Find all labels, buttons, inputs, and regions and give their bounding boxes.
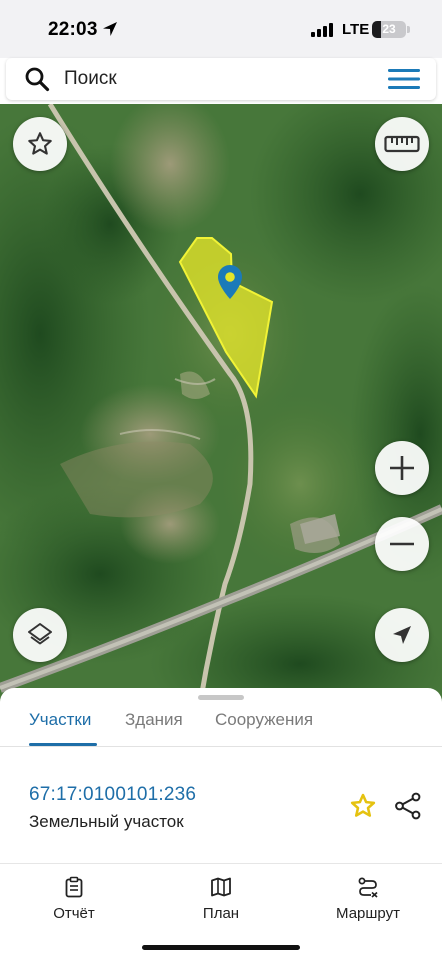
nav-plan[interactable]: План <box>166 876 276 922</box>
battery-cap <box>407 26 410 33</box>
report-clipboard-icon <box>65 876 83 898</box>
tab-bar: Участки Здания Сооружения <box>0 706 442 748</box>
tab-parcels[interactable]: Участки <box>29 710 91 730</box>
nav-report[interactable]: Отчёт <box>19 876 129 922</box>
search-bar[interactable] <box>6 58 436 100</box>
status-time: 22:03 <box>48 19 98 40</box>
zoom-in-button[interactable] <box>375 441 429 495</box>
nav-route[interactable]: Маршрут <box>313 876 423 922</box>
location-arrow-icon <box>103 22 117 36</box>
parcel-type: Земельный участок <box>29 812 184 831</box>
minus-icon <box>390 542 414 546</box>
parcel-cadastral-number[interactable]: 67:17:0100101:236 <box>29 784 196 806</box>
ruler-button[interactable] <box>375 117 429 171</box>
search-icon[interactable] <box>24 66 50 92</box>
map-plan-icon <box>211 877 231 897</box>
plus-icon <box>390 456 414 480</box>
satellite-imagery[interactable] <box>0 104 442 704</box>
share-icon[interactable] <box>394 792 422 820</box>
layers-button[interactable] <box>13 608 67 662</box>
cell-signal-icon <box>311 23 333 37</box>
nav-route-label: Маршрут <box>336 905 400 922</box>
search-input[interactable] <box>64 58 364 100</box>
map-view[interactable] <box>0 104 442 704</box>
navigation-arrow-icon <box>393 626 411 644</box>
hamburger-menu-icon[interactable] <box>388 68 420 90</box>
nav-report-label: Отчёт <box>53 905 95 922</box>
favorite-button[interactable] <box>13 117 67 171</box>
battery-level: 23 <box>382 22 396 36</box>
bottom-sheet: Участки Здания Сооружения 67:17:0100101:… <box>0 688 442 960</box>
nav-plan-label: План <box>202 905 240 922</box>
star-outline-icon <box>28 132 52 155</box>
zoom-out-button[interactable] <box>375 517 429 571</box>
layers-icon <box>28 623 52 645</box>
location-marker-icon[interactable] <box>217 264 243 300</box>
star-favorite-icon[interactable] <box>349 792 377 820</box>
battery-icon: 23 <box>372 21 406 38</box>
status-bar: 22:03 LTE 23 <box>0 0 442 58</box>
tab-buildings[interactable]: Здания <box>125 710 183 730</box>
tab-structures[interactable]: Сооружения <box>215 710 313 730</box>
route-icon <box>358 877 378 898</box>
network-type: LTE <box>342 21 370 38</box>
ruler-icon <box>384 135 420 153</box>
sheet-drag-handle[interactable] <box>198 695 244 700</box>
home-indicator <box>142 945 300 950</box>
tabs-divider <box>0 746 442 747</box>
content-divider <box>0 863 442 864</box>
my-location-button[interactable] <box>375 608 429 662</box>
